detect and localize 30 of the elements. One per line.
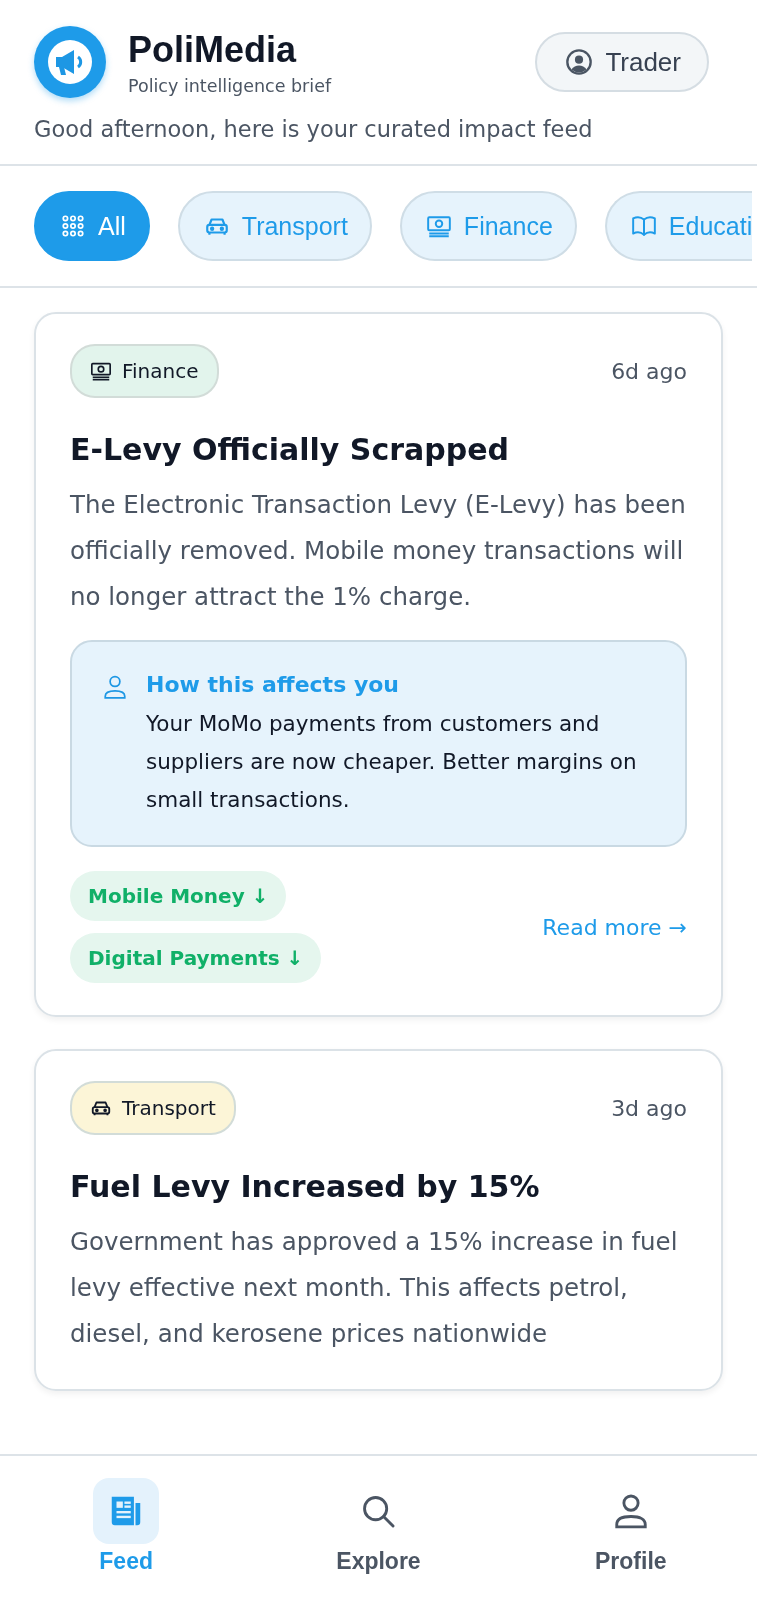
- filter-chip[interactable]: All: [34, 191, 150, 261]
- impact-heading: How this affects you: [146, 672, 400, 697]
- greeting-text: Good afternoon, here is your curated impact feed: [34, 116, 594, 142]
- impact-tag: Mobile Money ↓: [70, 871, 287, 921]
- filter-chip[interactable]: Educati: [604, 191, 753, 261]
- banknote-icon: [90, 360, 112, 382]
- nav-tab[interactable]: Profile: [555, 1478, 706, 1575]
- person-icon: [102, 674, 128, 700]
- app-title: PoliMedia: [128, 28, 298, 72]
- timestamp: 6d ago: [611, 358, 687, 384]
- user-circle-icon: [565, 48, 594, 76]
- headline: Fuel Levy Increased by 15%: [70, 1169, 541, 1205]
- nav-tab[interactable]: Explore: [303, 1478, 454, 1575]
- banknote-icon: [425, 213, 452, 239]
- logo-icon: [34, 26, 106, 98]
- timestamp: 3d ago: [611, 1095, 687, 1121]
- role-button[interactable]: Trader: [535, 32, 709, 92]
- grid-icon: [60, 213, 86, 239]
- nav-tab[interactable]: Feed: [51, 1478, 202, 1575]
- summary-text: Government has approved a 15% increase in fuel levy effective next month. This affects petrol, diesel, and kerosene prices nationwide: [70, 1226, 679, 1350]
- impact-text: Your MoMo payments from customers and suppliers are now cheaper. Better margins on small transactions.: [146, 710, 638, 814]
- category-tag: Transport: [70, 1081, 236, 1135]
- filter-chip[interactable]: Finance: [399, 191, 577, 261]
- summary-text: The Electronic Transaction Levy (E-Levy) has been officially removed. Mobile money transactions will no longer attract the 1% charge.: [70, 489, 687, 613]
- category-tag: Finance: [70, 344, 219, 398]
- read-more-link[interactable]: Read more →: [542, 914, 687, 940]
- filter-chip[interactable]: Transport: [177, 191, 372, 261]
- impact-tag: Digital Payments ↓: [70, 933, 322, 983]
- app-subtitle: Policy intelligence brief: [128, 75, 332, 96]
- headline: E-Levy Officially Scrapped: [70, 432, 510, 468]
